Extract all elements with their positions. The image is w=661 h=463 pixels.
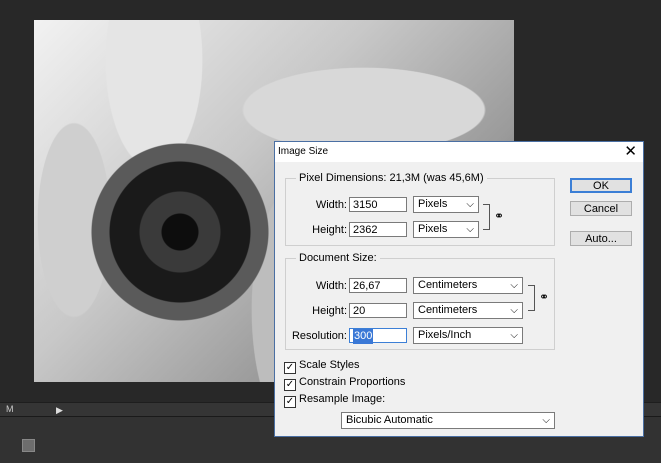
pixel-dimensions-legend: Pixel Dimensions: 21,3M (was 45,6M) [299, 172, 484, 184]
resolution-value-selected: 300 [353, 329, 374, 344]
dialog-titlebar[interactable]: Image Size ✕ [275, 142, 643, 162]
resolution-unit-select[interactable]: Pixels/Inch ⌵ [413, 327, 523, 344]
chevron-down-icon: ⌵ [466, 224, 474, 235]
dialog-title: Image Size [278, 146, 329, 157]
play-icon[interactable]: ▶ [56, 405, 63, 416]
cancel-button[interactable]: Cancel [570, 201, 632, 216]
pixel-height-input[interactable]: 2362 [349, 222, 407, 237]
pixel-height-unit-select[interactable]: Pixels ⌵ [413, 221, 479, 238]
pixel-height-unit-value: Pixels [418, 223, 448, 235]
ok-button[interactable]: OK [570, 178, 632, 193]
checkmark-icon: ✓ [284, 396, 296, 408]
chevron-down-icon: ⌵ [510, 280, 518, 291]
chain-link-icon: ⚭ [539, 290, 550, 304]
doc-height-label: Height: [312, 305, 347, 317]
doc-height-input[interactable]: 20 [349, 303, 407, 318]
resample-image-label: Resample Image: [299, 393, 386, 405]
chevron-down-icon: ⌵ [542, 415, 550, 426]
resample-method-value: Bicubic Automatic [346, 414, 433, 426]
auto-button[interactable]: Auto... [570, 231, 632, 246]
doc-width-label: Width: [315, 280, 347, 292]
constrain-proportions-label: Constrain Proportions [299, 376, 406, 388]
checkmark-icon: ✓ [284, 362, 296, 374]
scale-styles-label: Scale Styles [299, 359, 360, 371]
pixel-width-input[interactable]: 3150 [349, 197, 407, 212]
doc-width-unit-value: Centimeters [418, 279, 478, 291]
chevron-down-icon: ⌵ [510, 305, 518, 316]
mask-mode-icon[interactable] [22, 439, 35, 452]
chevron-down-icon: ⌵ [466, 199, 474, 210]
pixel-height-label: Height: [312, 224, 347, 236]
resolution-input[interactable]: 300 [349, 328, 407, 344]
resample-image-checkbox[interactable]: ✓ Resample Image: [284, 393, 385, 408]
image-size-dialog: Image Size ✕ Pixel Dimensions: 21,3M (wa… [274, 141, 644, 437]
checkmark-icon: ✓ [284, 379, 296, 391]
doc-width-unit-select[interactable]: Centimeters ⌵ [413, 277, 523, 294]
doc-height-unit-value: Centimeters [418, 304, 478, 316]
pixel-link-bracket [483, 204, 490, 230]
close-icon[interactable]: ✕ [624, 142, 637, 162]
doc-link-bracket [528, 285, 535, 311]
document-size-legend: Document Size: [299, 252, 377, 264]
resolution-unit-value: Pixels/Inch [418, 329, 472, 341]
pixel-width-unit-value: Pixels [418, 198, 448, 210]
doc-width-input[interactable]: 26,67 [349, 278, 407, 293]
pixel-width-label: Width: [315, 199, 347, 211]
resolution-label: Resolution: [291, 330, 347, 342]
chevron-down-icon: ⌵ [510, 330, 518, 341]
doc-height-unit-select[interactable]: Centimeters ⌵ [413, 302, 523, 319]
chain-link-icon: ⚭ [494, 209, 505, 223]
scale-styles-checkbox[interactable]: ✓ Scale Styles [284, 359, 360, 374]
zoom-readout: M [6, 404, 14, 414]
resample-method-select[interactable]: Bicubic Automatic ⌵ [341, 412, 555, 429]
pixel-width-unit-select[interactable]: Pixels ⌵ [413, 196, 479, 213]
constrain-proportions-checkbox[interactable]: ✓ Constrain Proportions [284, 376, 405, 391]
